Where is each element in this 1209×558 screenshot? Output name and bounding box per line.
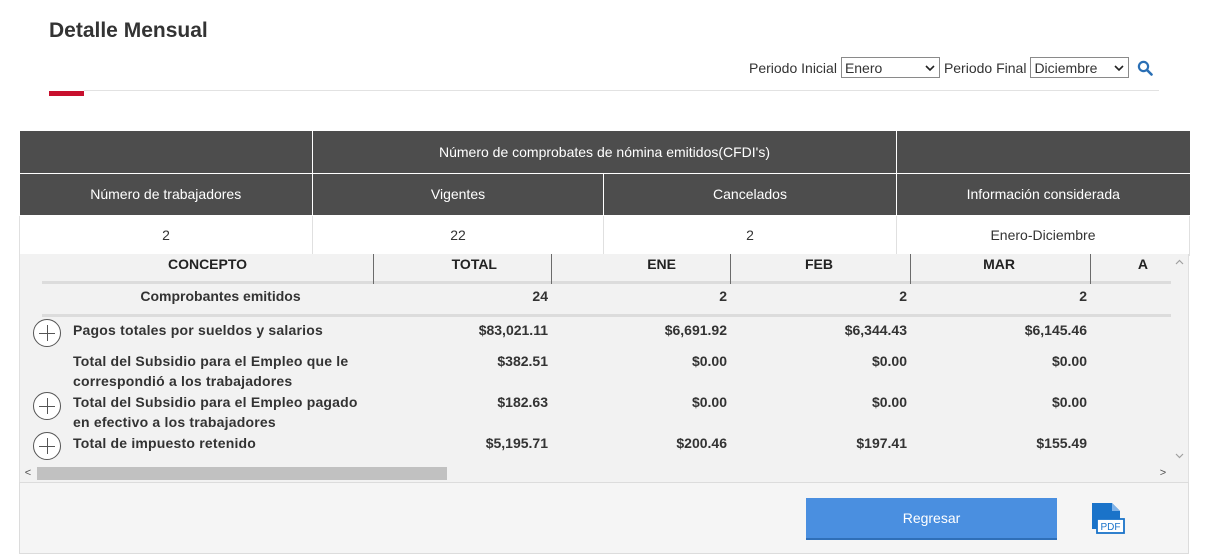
monthly-detail-grid[interactable]: CONCEPTO TOTAL ENE FEB MAR A Comprobante… <box>20 254 1173 465</box>
row-total: $182.63 <box>497 394 548 410</box>
horizontal-scroll-thumb[interactable] <box>37 467 447 480</box>
row-ene: $0.00 <box>691 394 727 410</box>
header-workers: Número de trabajadores <box>19 173 313 216</box>
table-row: Total del Subsidio para el Empleo pagado… <box>33 389 1173 430</box>
search-icon[interactable] <box>1137 60 1154 76</box>
table-row: Comprobantes emitidos 24 2 2 2 <box>42 284 1173 314</box>
vertical-scrollbar[interactable] <box>1171 254 1188 465</box>
final-period-value: Diciembre <box>1034 59 1098 76</box>
col-feb: FEB <box>805 256 833 272</box>
row-ene: $200.46 <box>676 435 727 451</box>
table-row: Pagos totales por sueldos y salarios $83… <box>33 317 1173 348</box>
col-total: TOTAL <box>451 256 497 272</box>
page-title: Detalle Mensual <box>49 19 208 42</box>
row-ene: $6,691.92 <box>664 322 727 338</box>
summary-group-row: Número de comprobates de nómina emitidos… <box>19 131 1190 174</box>
value-info-considered: Enero-Diciembre <box>896 215 1190 256</box>
row-mar: $155.49 <box>1036 435 1087 451</box>
title-divider <box>84 90 1159 91</box>
period-filter: Periodo Inicial Enero Periodo Final Dici… <box>749 57 1154 78</box>
summary-group-header: Número de comprobates de nómina emitidos… <box>312 131 897 174</box>
row-concept: Total de impuesto retenido <box>73 435 257 451</box>
value-valid: 22 <box>312 215 604 256</box>
col-mar: MAR <box>983 256 1015 272</box>
summary-values-row: 2 22 2 Enero-Diciembre <box>19 215 1190 256</box>
scroll-down-icon[interactable] <box>1175 451 1184 460</box>
row-total: $5,195.71 <box>485 435 548 451</box>
initial-period-value: Enero <box>844 59 883 76</box>
row-feb: $197.41 <box>856 435 907 451</box>
pdf-icon[interactable]: PDF <box>1088 501 1126 539</box>
row-ene: $0.00 <box>691 353 727 369</box>
row-feb: $6,344.43 <box>844 322 907 338</box>
row-concept: Comprobantes emitidos <box>140 288 301 304</box>
scroll-up-icon[interactable] <box>1175 258 1184 267</box>
col-ene: ENE <box>647 256 676 272</box>
row-total: $382.51 <box>497 353 548 369</box>
row-feb: $0.00 <box>871 353 907 369</box>
row-mar: $6,145.46 <box>1024 322 1087 338</box>
initial-period-select[interactable]: Enero <box>840 57 940 78</box>
value-cancelled: 2 <box>603 215 897 256</box>
summary-header-row: Número de trabajadores Vigentes Cancelad… <box>19 173 1190 216</box>
row-concept: Pagos totales por sueldos y salarios <box>73 322 323 338</box>
row-concept-line2: correspondió a los trabajadores <box>73 373 293 389</box>
row-mar: $0.00 <box>1051 394 1087 410</box>
row-concept-line1: Total del Subsidio para el Empleo pagado <box>73 394 358 410</box>
title-accent-bar <box>49 91 84 96</box>
horizontal-scrollbar[interactable]: < > <box>20 465 1173 482</box>
row-concept-line1: Total del Subsidio para el Empleo que le <box>73 353 349 369</box>
scroll-corner <box>1171 465 1188 482</box>
row-concept-line2: en efectivo a los trabajadores <box>73 414 276 430</box>
initial-period-label: Periodo Inicial <box>749 59 837 76</box>
expand-icon[interactable] <box>33 432 61 460</box>
chevron-down-icon <box>925 64 935 71</box>
summary-group-empty-left <box>19 131 313 174</box>
row-mar: $0.00 <box>1051 353 1087 369</box>
final-period-select[interactable]: Diciembre <box>1030 57 1130 78</box>
row-feb: 2 <box>899 288 907 304</box>
col-concept: CONCEPTO <box>167 256 248 272</box>
final-period-label: Periodo Final <box>943 59 1027 76</box>
monthly-detail-panel: CONCEPTO TOTAL ENE FEB MAR A Comprobante… <box>19 254 1189 483</box>
row-mar: 2 <box>1079 288 1087 304</box>
header-valid: Vigentes <box>312 173 604 216</box>
table-row: Total de impuesto retenido $5,195.71 $20… <box>33 430 1173 460</box>
header-info-considered: Información considerada <box>896 173 1190 216</box>
row-ene: 2 <box>719 288 727 304</box>
chevron-down-icon <box>1114 64 1125 71</box>
cfdi-summary-table: Número de comprobates de nómina emitidos… <box>19 131 1190 256</box>
row-total: 24 <box>532 288 548 304</box>
expand-icon[interactable] <box>33 319 61 347</box>
table-row: Total del Subsidio para el Empleo que le… <box>42 348 1173 389</box>
scroll-left-icon[interactable]: < <box>22 468 34 479</box>
scroll-right-icon[interactable]: > <box>1157 468 1169 479</box>
header-cancelled: Cancelados <box>603 173 897 216</box>
col-abr: A <box>1137 256 1148 272</box>
pdf-label: PDF <box>1101 522 1121 533</box>
footer-panel: Regresar PDF <box>19 482 1189 554</box>
row-total: $83,021.11 <box>478 322 548 338</box>
detail-column-header: CONCEPTO TOTAL ENE FEB MAR A <box>42 254 1173 284</box>
value-workers: 2 <box>19 215 313 256</box>
back-button[interactable]: Regresar <box>806 498 1057 540</box>
expand-icon[interactable] <box>33 392 61 420</box>
summary-group-empty-right <box>896 131 1190 174</box>
row-feb: $0.00 <box>871 394 907 410</box>
